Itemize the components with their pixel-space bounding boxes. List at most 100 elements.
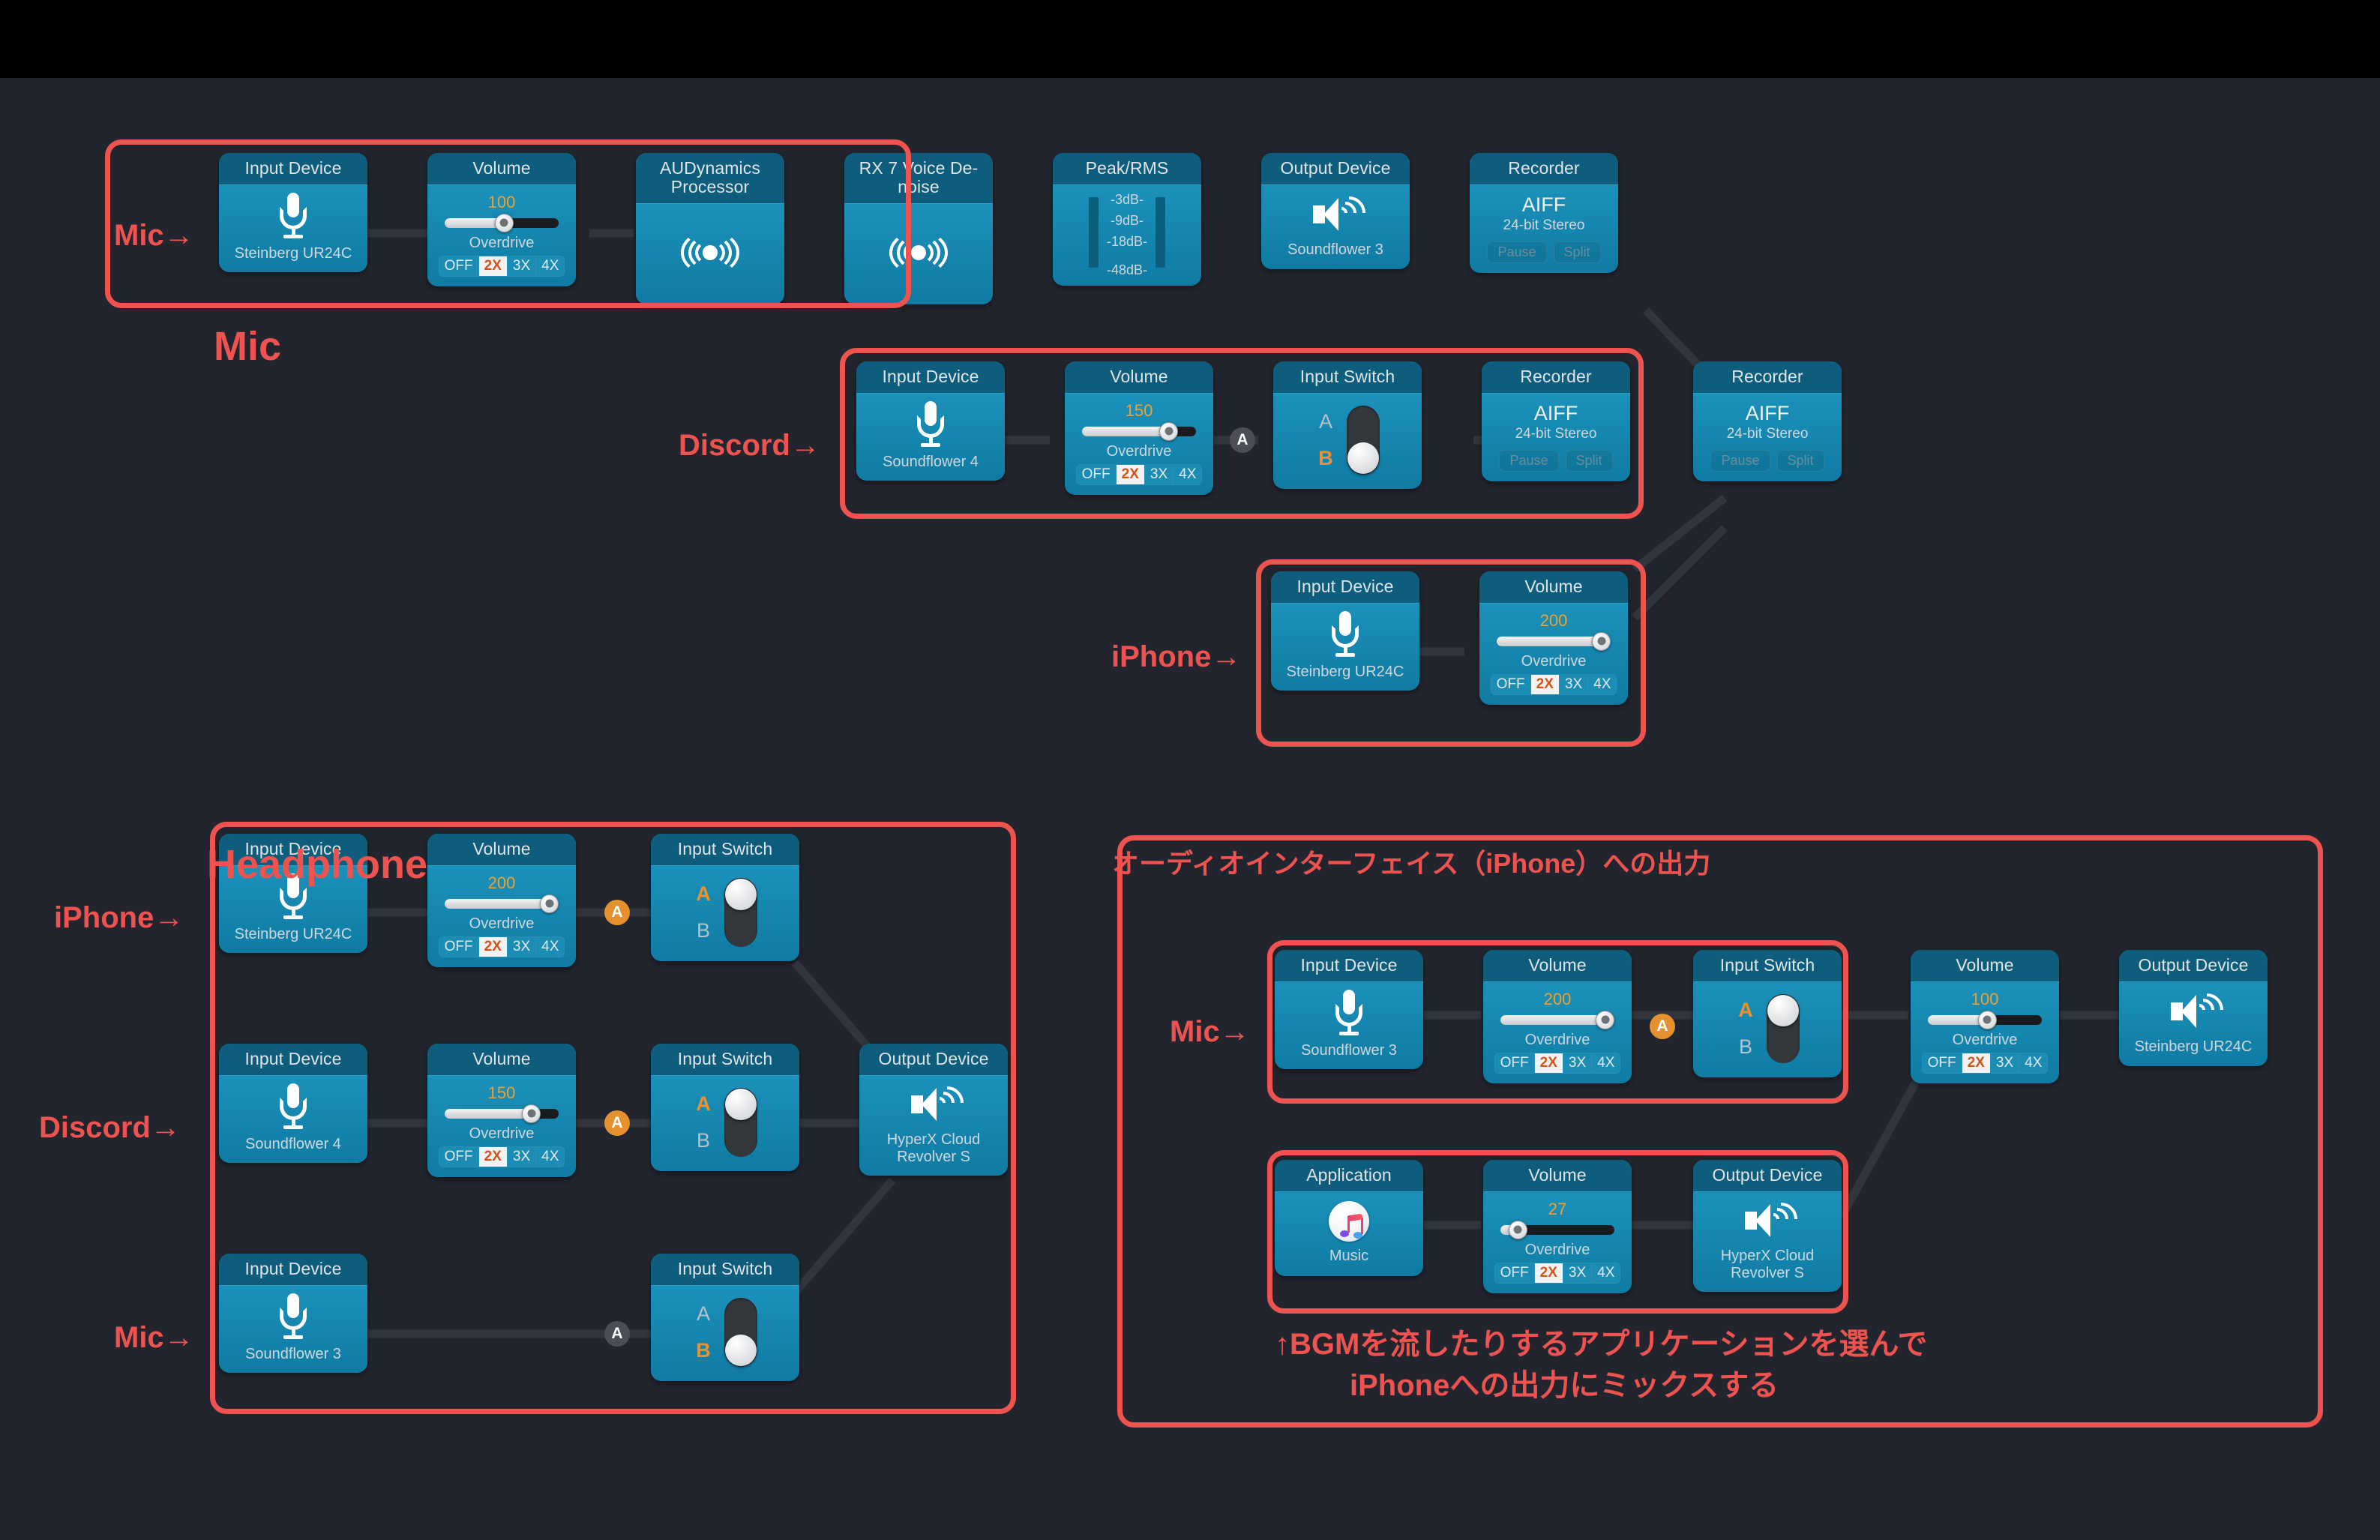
- overdrive-2x[interactable]: 2X: [1530, 674, 1560, 694]
- overdrive-2x[interactable]: 2X: [1534, 1053, 1563, 1073]
- node-recorder-discord[interactable]: Recorder AIFF 24-bit Stereo Pause Split: [1482, 361, 1630, 482]
- toggle-slot[interactable]: [724, 877, 757, 947]
- overdrive-3x[interactable]: 3X: [507, 256, 537, 276]
- overdrive-segmented-control[interactable]: OFF 2X 3X 4X: [438, 936, 565, 957]
- pause-button[interactable]: Pause: [1499, 450, 1559, 472]
- ab-toggle[interactable]: A B: [1315, 401, 1380, 479]
- overdrive-off[interactable]: OFF: [1076, 464, 1117, 484]
- node-hp-switch-mic[interactable]: Input Switch A B: [651, 1254, 799, 1381]
- node-peak-rms[interactable]: Peak/RMS -3dB- -9dB- -18dB- -48dB-: [1053, 153, 1201, 286]
- overdrive-off[interactable]: OFF: [439, 256, 479, 276]
- toggle-slot[interactable]: [1766, 993, 1800, 1063]
- node-out-input-mic[interactable]: Input Device Soundflower 3: [1275, 950, 1423, 1069]
- overdrive-4x[interactable]: 4X: [1592, 1053, 1620, 1073]
- node-volume-discord[interactable]: Volume 150 Overdrive OFF 2X 3X 4X: [1065, 361, 1213, 495]
- node-audynamics-processor[interactable]: AUDynamics Processor: [636, 153, 784, 304]
- node-out-volume-music[interactable]: Volume 27 Overdrive OFF 2X 3X 4X: [1483, 1160, 1632, 1293]
- ab-labels: A B: [1318, 411, 1333, 469]
- node-hp-input-mic[interactable]: Input Device Soundflower 3: [219, 1254, 367, 1373]
- overdrive-segmented-control[interactable]: OFF 2X 3X 4X: [1921, 1052, 2049, 1074]
- node-out-volume-mic[interactable]: Volume 200 Overdrive OFF 2X 3X 4X: [1483, 950, 1632, 1083]
- overdrive-4x[interactable]: 4X: [1592, 1263, 1620, 1283]
- overdrive-off[interactable]: OFF: [439, 936, 479, 957]
- overdrive-segmented-control[interactable]: OFF 2X 3X 4X: [1494, 1262, 1621, 1284]
- node-input-switch-discord[interactable]: Input Switch A B: [1273, 361, 1422, 489]
- overdrive-2x[interactable]: 2X: [478, 1146, 508, 1167]
- node-out-input-switch[interactable]: Input Switch A B: [1693, 950, 1842, 1077]
- volume-slider[interactable]: [445, 894, 559, 913]
- speaker-icon: [1743, 1195, 1805, 1242]
- node-recorder-standalone[interactable]: Recorder AIFF 24-bit Stereo Pause Split: [1693, 361, 1842, 482]
- node-input-device-mic[interactable]: Input Device Steinberg UR24C: [219, 153, 367, 272]
- node-out-output-hyperx[interactable]: Output Device HyperX Cloud Revolver S: [1693, 1160, 1842, 1292]
- overdrive-3x[interactable]: 3X: [1559, 674, 1589, 694]
- overdrive-segmented-control[interactable]: OFF 2X 3X 4X: [1494, 1052, 1621, 1074]
- node-volume-iphone-input[interactable]: Volume 200 Overdrive OFF 2X 3X 4X: [1479, 571, 1628, 705]
- overdrive-3x[interactable]: 3X: [507, 1146, 537, 1167]
- toggle-slot[interactable]: [724, 1087, 757, 1157]
- ab-toggle[interactable]: A B: [1735, 990, 1800, 1068]
- node-volume-mic[interactable]: Volume 100 Overdrive OFF 2X 3X 4X: [427, 153, 576, 286]
- overdrive-3x[interactable]: 3X: [1144, 464, 1174, 484]
- ab-toggle[interactable]: A B: [693, 1083, 757, 1161]
- overdrive-4x[interactable]: 4X: [536, 936, 565, 957]
- volume-slider[interactable]: [1082, 421, 1196, 441]
- overdrive-4x[interactable]: 4X: [536, 256, 565, 276]
- split-button[interactable]: Split: [1565, 450, 1613, 472]
- node-out-output-steinberg[interactable]: Output Device Steinberg UR24C: [2119, 950, 2268, 1066]
- node-hp-input-discord[interactable]: Input Device Soundflower 4: [219, 1044, 367, 1163]
- overdrive-off[interactable]: OFF: [1494, 1263, 1535, 1283]
- volume-slider[interactable]: [445, 213, 559, 232]
- overdrive-4x[interactable]: 4X: [1174, 464, 1202, 484]
- audio-routing-canvas: Input Device Steinberg UR24C Volume 100 …: [0, 78, 2380, 1540]
- overdrive-segmented-control[interactable]: OFF 2X 3X 4X: [1490, 673, 1617, 695]
- toggle-slot[interactable]: [724, 1297, 757, 1367]
- node-hp-switch-iphone[interactable]: Input Switch A B: [651, 834, 799, 961]
- node-hp-volume-iphone[interactable]: Volume 200 Overdrive OFF 2X 3X 4X: [427, 834, 576, 967]
- volume-slider[interactable]: [1497, 631, 1611, 651]
- node-out-volume-post[interactable]: Volume 100 Overdrive OFF 2X 3X 4X: [1911, 950, 2059, 1083]
- overdrive-2x[interactable]: 2X: [1116, 464, 1145, 484]
- annotation-bgm-line2: iPhoneへの出力にミックスする: [1350, 1369, 1779, 1402]
- node-recorder-mic[interactable]: Recorder AIFF 24-bit Stereo Pause Split: [1470, 153, 1618, 274]
- overdrive-4x[interactable]: 4X: [536, 1146, 565, 1167]
- volume-slider[interactable]: [1500, 1220, 1614, 1239]
- ab-toggle[interactable]: A B: [693, 1293, 757, 1371]
- volume-slider[interactable]: [445, 1104, 559, 1123]
- split-button[interactable]: Split: [1553, 241, 1601, 264]
- node-body: 150 Overdrive OFF 2X 3X 4X: [1065, 393, 1213, 495]
- overdrive-off[interactable]: OFF: [1491, 674, 1531, 694]
- node-rx7-voice-denoise[interactable]: RX 7 Voice De-noise: [844, 153, 993, 304]
- volume-slider[interactable]: [1928, 1010, 2042, 1029]
- overdrive-2x[interactable]: 2X: [1962, 1053, 1991, 1073]
- toggle-slot[interactable]: [1346, 405, 1380, 475]
- overdrive-3x[interactable]: 3X: [1563, 1053, 1593, 1073]
- node-input-device-iphone[interactable]: Input Device Steinberg UR24C: [1271, 571, 1419, 691]
- overdrive-off[interactable]: OFF: [1922, 1053, 1962, 1073]
- pause-button[interactable]: Pause: [1487, 241, 1547, 264]
- overdrive-segmented-control[interactable]: OFF 2X 3X 4X: [438, 1146, 565, 1167]
- volume-slider[interactable]: [1500, 1010, 1614, 1029]
- split-button[interactable]: Split: [1776, 450, 1824, 472]
- overdrive-2x[interactable]: 2X: [478, 936, 508, 957]
- overdrive-4x[interactable]: 4X: [1588, 674, 1617, 694]
- overdrive-3x[interactable]: 3X: [1990, 1053, 2020, 1073]
- overdrive-3x[interactable]: 3X: [1563, 1263, 1593, 1283]
- overdrive-segmented-control[interactable]: OFF 2X 3X 4X: [438, 255, 565, 277]
- node-application-music[interactable]: Application Music: [1275, 1160, 1423, 1276]
- node-input-device-discord[interactable]: Input Device Soundflower 4: [856, 361, 1005, 481]
- pause-button[interactable]: Pause: [1710, 450, 1770, 472]
- recorder-depth: 24-bit Stereo: [1515, 426, 1597, 442]
- node-hp-output-hyperx[interactable]: Output Device HyperX Cloud Revolver S: [859, 1044, 1008, 1176]
- overdrive-2x[interactable]: 2X: [1534, 1263, 1563, 1283]
- node-hp-switch-discord[interactable]: Input Switch A B: [651, 1044, 799, 1171]
- node-hp-volume-discord[interactable]: Volume 150 Overdrive OFF 2X 3X 4X: [427, 1044, 576, 1177]
- node-output-device-soundflower3[interactable]: Output Device Soundflower 3: [1261, 153, 1410, 269]
- overdrive-off[interactable]: OFF: [1494, 1053, 1535, 1073]
- overdrive-4x[interactable]: 4X: [2019, 1053, 2048, 1073]
- ab-toggle[interactable]: A B: [693, 873, 757, 951]
- overdrive-segmented-control[interactable]: OFF 2X 3X 4X: [1075, 463, 1203, 485]
- overdrive-off[interactable]: OFF: [439, 1146, 479, 1167]
- overdrive-3x[interactable]: 3X: [507, 936, 537, 957]
- overdrive-2x[interactable]: 2X: [478, 256, 508, 276]
